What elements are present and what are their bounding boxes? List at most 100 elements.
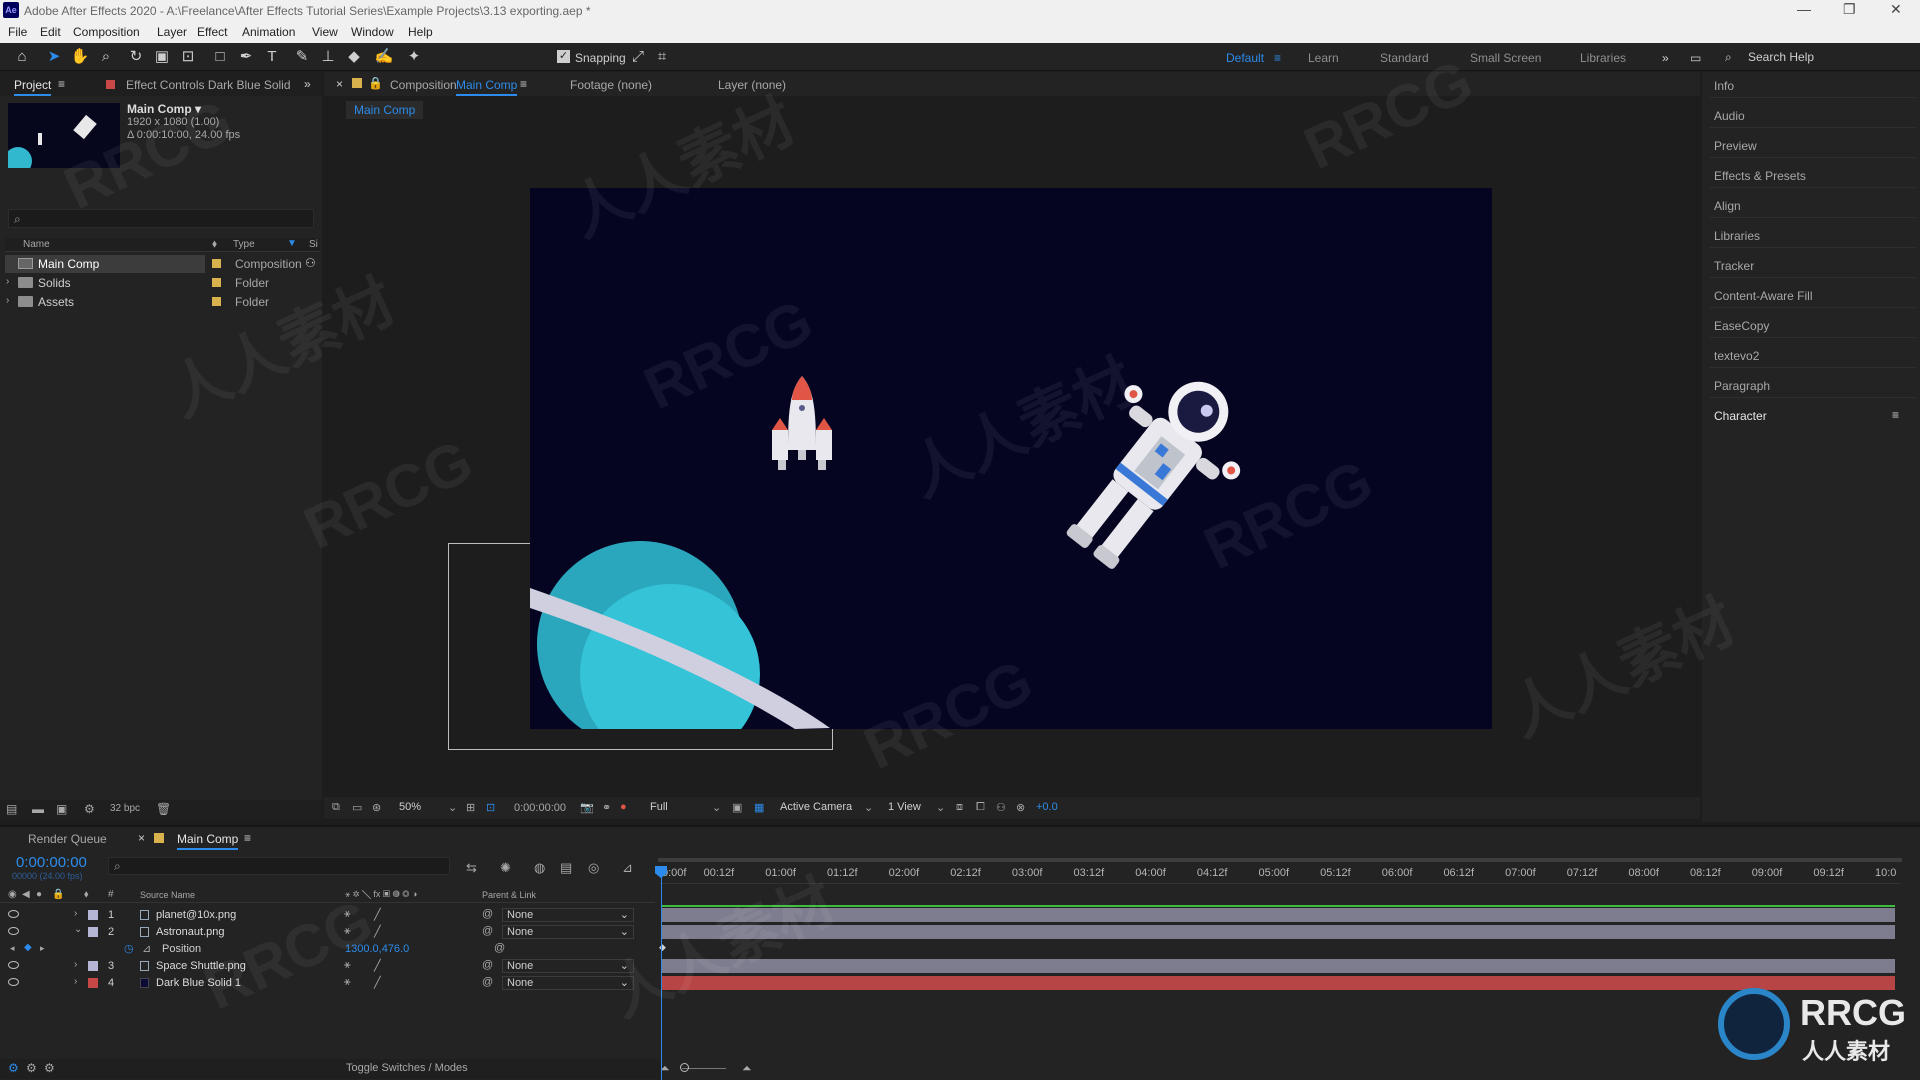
panel-preview[interactable]: Preview [1714, 139, 1757, 153]
layer-row-1[interactable]: › 1 planet@10x.png ⚹ ╱ @ None ⌄ [0, 907, 660, 924]
pickwhip-icon[interactable]: @ [482, 925, 493, 937]
parent-select[interactable]: None ⌄ [502, 908, 634, 922]
workspace-menu-icon[interactable]: ≡ [1274, 51, 1281, 65]
quality-switch-icon[interactable]: ╱ [374, 976, 381, 989]
col-type[interactable]: Type [233, 239, 255, 250]
lock-icon[interactable]: 🔒 [368, 76, 383, 90]
brush-tool-icon[interactable]: ✎ [292, 47, 312, 67]
pickwhip-icon[interactable]: @ [482, 908, 493, 920]
roto-brush-tool-icon[interactable]: ✍ [374, 47, 394, 67]
panel-character[interactable]: Character [1714, 409, 1767, 423]
restore-button[interactable]: ❐ [1843, 1, 1856, 18]
eye-icon[interactable] [8, 961, 19, 969]
tab-layer[interactable]: Layer (none) [718, 78, 786, 92]
panel-align[interactable]: Align [1714, 199, 1741, 213]
panel-info[interactable]: Info [1714, 79, 1734, 93]
graph-editor-icon[interactable]: ⊿ [622, 860, 633, 876]
project-menu-icon[interactable]: ≡ [58, 77, 65, 91]
stopwatch-icon[interactable]: ◷ [124, 942, 134, 955]
parent-select[interactable]: None ⌄ [502, 976, 634, 990]
snapshot-icon[interactable]: 📷 [580, 801, 594, 814]
chevron-right-icon[interactable]: › [74, 908, 77, 919]
quality-switch-icon[interactable]: ╱ [374, 925, 381, 938]
label-color[interactable] [88, 910, 98, 920]
new-folder-icon[interactable]: ▬ [32, 802, 44, 816]
video-toggle-icon[interactable]: ◉ [8, 889, 17, 900]
label-color[interactable] [88, 961, 98, 971]
camera-select[interactable]: Active Camera [780, 801, 852, 813]
label-color[interactable] [88, 927, 98, 937]
transparency-grid-icon[interactable]: ▦ [754, 801, 764, 814]
chevron-right-icon[interactable]: › [6, 295, 9, 306]
search-help-field[interactable]: ⌕ Search Help [1720, 47, 1910, 67]
chevron-down-icon[interactable]: ⌄ [74, 924, 82, 935]
project-item-assets[interactable]: › Assets Folder [5, 293, 320, 311]
chevron-right-icon[interactable]: › [74, 959, 77, 970]
zoom-thumb[interactable] [680, 1063, 689, 1072]
quality-switch-icon[interactable]: ╱ [374, 959, 381, 972]
always-preview-icon[interactable]: ⧉ [332, 801, 340, 814]
label-column-icon[interactable]: ⬧ [212, 238, 217, 251]
collapse-switch-icon[interactable]: ⚹ [344, 976, 351, 989]
quality-switch-icon[interactable]: ╱ [374, 908, 381, 921]
pen-tool-icon[interactable]: ✒ [236, 47, 256, 67]
label-color[interactable] [88, 978, 98, 988]
zoom-tool-icon[interactable]: ⌕ [96, 47, 116, 67]
snap-options-icon[interactable]: ⌗ [652, 47, 672, 67]
hand-tool-icon[interactable]: ✋ [70, 47, 90, 67]
current-time-display[interactable]: 0:00:00:00 [16, 854, 87, 871]
menu-view[interactable]: View [312, 25, 338, 39]
playhead[interactable] [661, 866, 662, 1080]
monitor-icon[interactable]: ▭ [352, 801, 362, 814]
trash-icon[interactable]: 🗑 [156, 802, 171, 816]
collapse-switch-icon[interactable]: ⚹ [344, 959, 351, 972]
viewer-timecode[interactable]: 0:00:00:00 [514, 802, 566, 814]
chevron-right-icon[interactable]: › [6, 276, 9, 287]
menu-composition[interactable]: Composition [73, 25, 140, 39]
next-keyframe-icon[interactable]: ▸ [40, 943, 45, 954]
panel-content-aware-fill[interactable]: Content-Aware Fill [1714, 289, 1812, 303]
eye-icon[interactable] [8, 978, 19, 986]
layer-bar-3[interactable] [662, 959, 1895, 973]
tab-composition[interactable]: Main Comp [456, 78, 518, 96]
bpc-label[interactable]: 32 bpc [110, 803, 140, 814]
clone-stamp-tool-icon[interactable]: ⊥ [318, 47, 338, 67]
panel-overflow-icon[interactable]: » [304, 77, 311, 91]
shy-layers-icon[interactable]: ◍ [534, 860, 545, 876]
project-settings-icon[interactable]: ⚙ [84, 802, 95, 816]
panel-easecopy[interactable]: EaseCopy [1714, 319, 1769, 333]
panel-paragraph[interactable]: Paragraph [1714, 379, 1770, 393]
tab-project[interactable]: Project [14, 78, 52, 96]
flowchart-icon[interactable]: ⚇ [305, 256, 316, 270]
property-row-position[interactable]: ◂ ◆ ▸ ◷ ⊿ Position 1300.0,476.0 @ [0, 941, 660, 958]
close-tab-icon[interactable]: × [138, 831, 145, 845]
more-workspaces-icon[interactable]: » [1662, 51, 1669, 65]
toggle-switches-modes[interactable]: Toggle Switches / Modes [346, 1062, 468, 1074]
solo-toggle-icon[interactable]: ● [36, 889, 42, 900]
exposure-value[interactable]: +0.0 [1036, 801, 1058, 813]
show-snapshot-icon[interactable]: ⚭ [602, 801, 611, 814]
snapping-checkbox[interactable]: ✓ [557, 50, 570, 63]
home-icon[interactable]: ⌂ [12, 47, 32, 67]
layer-row-2[interactable]: ⌄ 2 Astronaut.png ⚹ ╱ @ None ⌄ [0, 924, 660, 941]
menu-file[interactable]: File [8, 25, 27, 39]
motion-blur-icon[interactable]: ◎ [588, 860, 599, 876]
project-search-input[interactable]: ⌕ [8, 209, 314, 228]
panel-tracker[interactable]: Tracker [1714, 259, 1754, 273]
parent-select[interactable]: None ⌄ [502, 925, 634, 939]
tab-footage[interactable]: Footage (none) [570, 78, 652, 92]
breadcrumb[interactable]: Main Comp [346, 101, 424, 119]
frame-blending-icon[interactable]: ▤ [560, 860, 572, 876]
selection-tool-icon[interactable]: ➤ [44, 47, 64, 67]
draft-3d-icon[interactable]: ✺ [500, 860, 511, 876]
rectangle-tool-icon[interactable]: □ [210, 47, 230, 67]
tab-main-comp[interactable]: Main Comp [177, 832, 239, 850]
eye-icon[interactable] [8, 910, 19, 918]
work-area-bar[interactable] [658, 858, 1902, 862]
menu-layer[interactable]: Layer [157, 25, 187, 39]
layer-row-3[interactable]: › 3 Space Shuttle.png ⚹ ╱ @ None ⌄ [0, 958, 660, 975]
close-button[interactable]: ✕ [1890, 1, 1902, 18]
audio-toggle-icon[interactable]: ◀ [22, 889, 30, 900]
transfer-controls-icon[interactable]: ⚙ [26, 1061, 37, 1075]
menu-effect[interactable]: Effect [197, 25, 227, 39]
